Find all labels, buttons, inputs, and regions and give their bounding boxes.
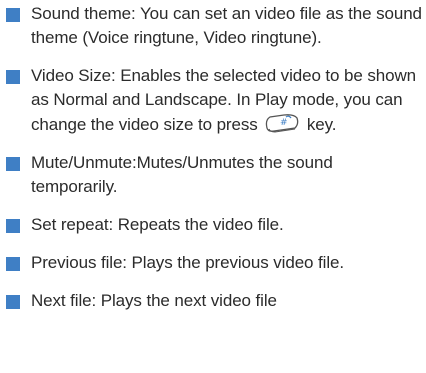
item-text: Next file: Plays the next video file — [31, 291, 277, 310]
bullet-square — [6, 157, 20, 171]
item-text: Video Size: Enables the selected video t… — [31, 66, 417, 134]
item-text: Previous file: Plays the previous video … — [31, 253, 344, 272]
list-item-mute-unmute: Mute/Unmute:Mutes/Unmutes the sound temp… — [6, 151, 422, 199]
svg-text:#: # — [280, 118, 287, 128]
bullet-square — [6, 295, 20, 309]
bullet-square — [6, 219, 20, 233]
document-body: Sound theme: You can set an video file a… — [6, 2, 422, 327]
bullet-square — [6, 70, 20, 84]
list-item-set-repeat: Set repeat: Repeats the video file. — [6, 213, 422, 237]
list-item-sound-theme: Sound theme: You can set an video file a… — [6, 2, 422, 50]
bullet-square — [6, 257, 20, 271]
item-text-suffix: key. — [306, 115, 337, 134]
list-item-next-file: Next file: Plays the next video file — [6, 289, 422, 313]
list-item-video-size: Video Size: Enables the selected video t… — [6, 64, 422, 137]
hash-key-icon: # — [264, 112, 300, 134]
item-text: Set repeat: Repeats the video file. — [31, 215, 284, 234]
bullet-square — [6, 8, 20, 22]
item-text: Sound theme: You can set an video file a… — [31, 4, 422, 47]
list-item-previous-file: Previous file: Plays the previous video … — [6, 251, 422, 275]
item-text: Mute/Unmute:Mutes/Unmutes the sound temp… — [31, 153, 333, 196]
